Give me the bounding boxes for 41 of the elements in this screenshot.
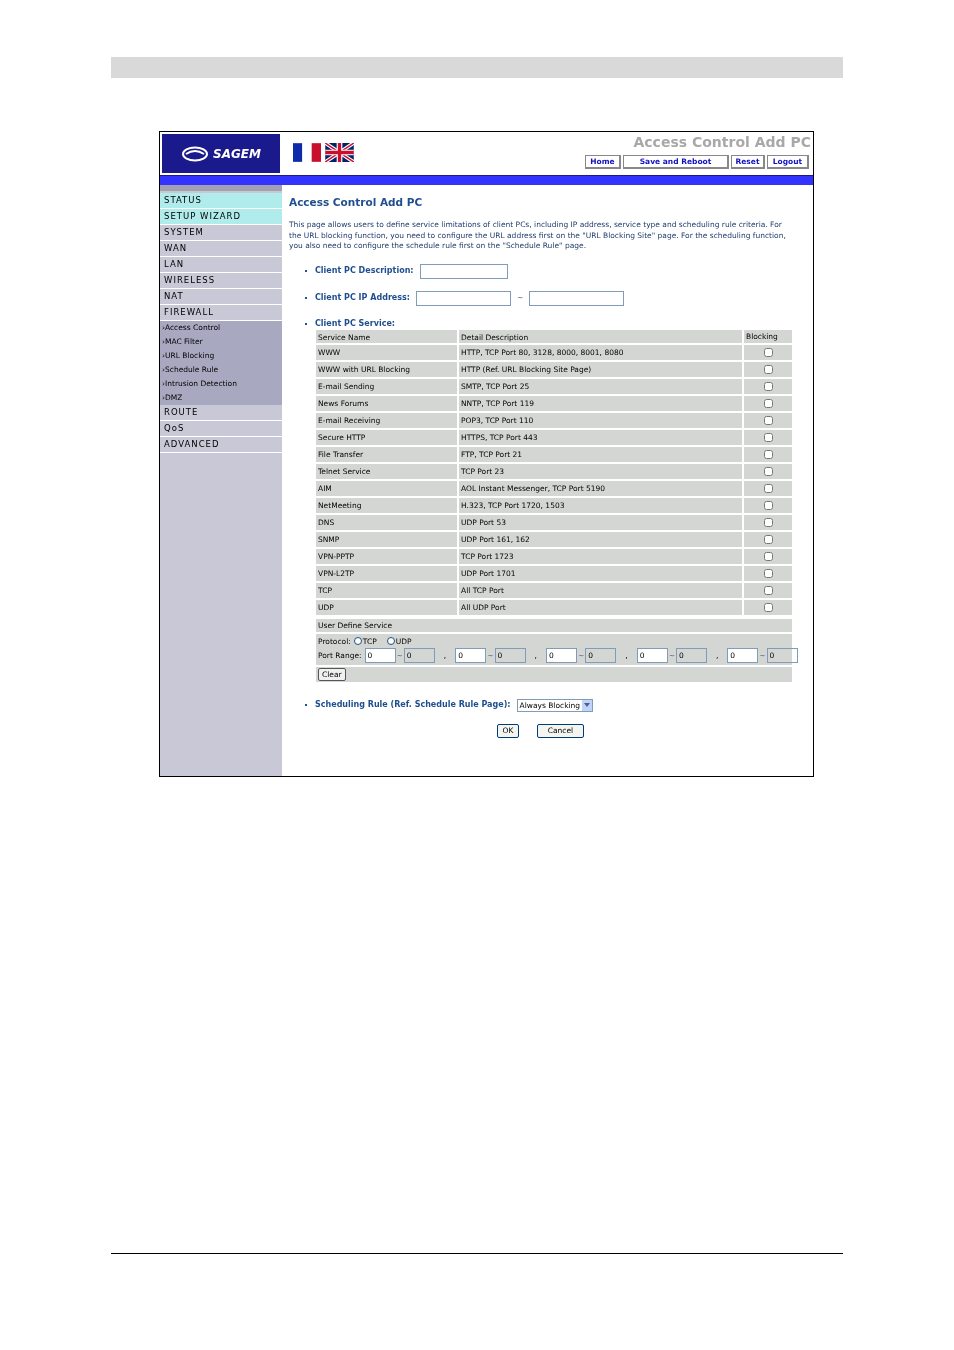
french-flag-icon[interactable]: [293, 143, 321, 162]
sidebar-item[interactable]: STATUS: [160, 193, 282, 209]
checkbox[interactable]: [763, 398, 773, 408]
checkbox[interactable]: [763, 585, 773, 595]
field-label: Client PC Service:: [315, 317, 396, 330]
content-title: Access Control Add PC: [289, 195, 424, 209]
logo-text: SAGEM: [213, 145, 261, 163]
checkbox[interactable]: [763, 534, 773, 544]
field-label: Client PC Description:: [315, 265, 414, 277]
checkbox[interactable]: [763, 432, 773, 442]
checkbox[interactable]: [763, 483, 773, 493]
checkbox[interactable]: [763, 466, 773, 476]
sidebar-item[interactable]: ADVANCED: [160, 437, 282, 453]
chevron-down-icon: [584, 703, 591, 708]
checkbox[interactable]: [763, 602, 773, 612]
input-field[interactable]: [529, 290, 625, 306]
sidebar-item[interactable]: QoS: [160, 421, 282, 437]
checkbox[interactable]: [763, 500, 773, 510]
checkbox[interactable]: [763, 381, 773, 391]
field-label: Scheduling Rule (Ref. Schedule Rule Page):: [315, 699, 511, 712]
field-label: Client PC IP Address:: [315, 292, 410, 304]
uk-flag-icon[interactable]: [325, 143, 354, 162]
sidebar-item[interactable]: ROUTE: [160, 405, 282, 421]
sidebar-item[interactable]: FIREWALL: [160, 305, 282, 321]
sidebar-item[interactable]: WAN: [160, 241, 282, 257]
sidebar-item[interactable]: WIRELESS: [160, 273, 282, 289]
input-field[interactable]: [415, 290, 511, 306]
sidebar-item[interactable]: LAN: [160, 257, 282, 273]
page-title: Access Control Add PC: [633, 133, 812, 152]
checkbox[interactable]: [763, 551, 773, 561]
checkbox[interactable]: [763, 449, 773, 459]
sidebar-item[interactable]: SYSTEM: [160, 225, 282, 241]
checkbox[interactable]: [763, 415, 773, 425]
checkbox[interactable]: [763, 347, 773, 357]
checkbox[interactable]: [763, 364, 773, 374]
checkbox[interactable]: [763, 568, 773, 578]
sidebar-item[interactable]: NAT: [160, 289, 282, 305]
checkbox[interactable]: [763, 517, 773, 527]
input-field[interactable]: [419, 263, 508, 279]
logo-icon: [181, 145, 210, 162]
sidebar-item[interactable]: SETUP WIZARD: [160, 209, 282, 225]
